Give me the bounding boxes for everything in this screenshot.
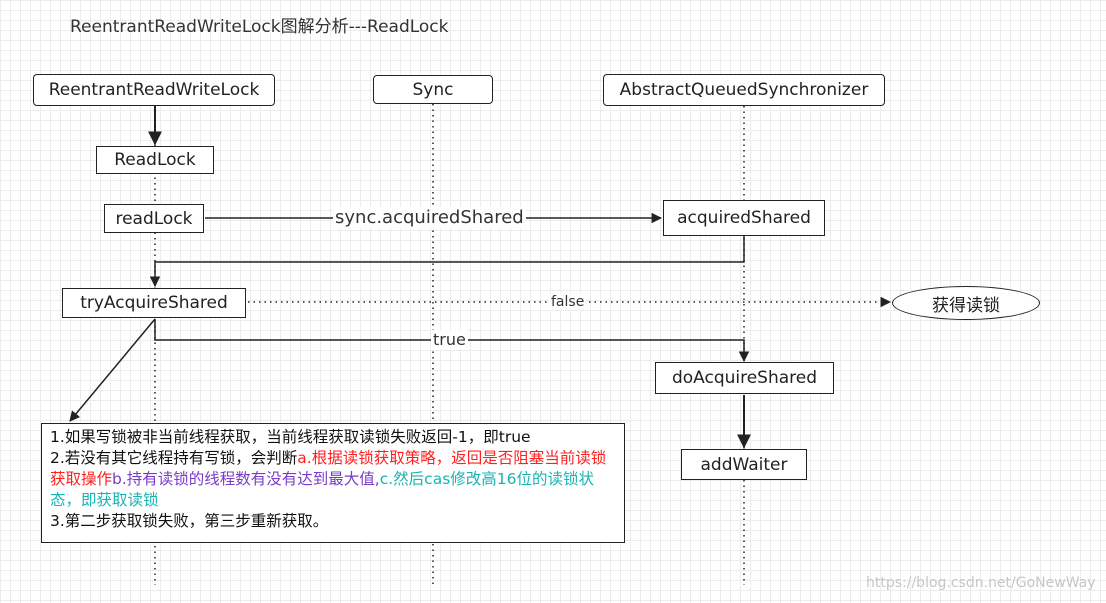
node-addwaiter: addWaiter bbox=[681, 449, 807, 480]
label-sync-acquiredshared: sync.acquiredShared bbox=[333, 207, 526, 228]
lane-sync: Sync bbox=[373, 75, 493, 104]
label-true: true bbox=[431, 330, 468, 349]
watermark: https://blog.csdn.net/GoNewWay bbox=[866, 575, 1096, 591]
note-line-1: 1.如果写锁被非当前线程获取，当前线程获取读锁失败返回-1，即true bbox=[50, 428, 531, 446]
lane-reentrantreadwritelock: ReentrantReadWriteLock bbox=[33, 74, 275, 106]
node-readlock-method: readLock bbox=[104, 204, 204, 233]
note-line-2-b: b.持有读锁的线程数有没有达到最大值, bbox=[112, 470, 380, 488]
note-line-2-prefix: 2.若没有其它线程持有写锁，会判断 bbox=[50, 449, 298, 467]
label-false: false bbox=[549, 294, 587, 310]
node-get-read-lock: 获得读锁 bbox=[892, 286, 1040, 320]
note-line-3: 3.第二步获取锁失败，第三步重新获取。 bbox=[50, 512, 329, 530]
node-doacquireshared: doAcquireShared bbox=[655, 362, 834, 394]
node-acquiredshared: acquiredShared bbox=[663, 200, 825, 236]
node-readlock-class: ReadLock bbox=[96, 146, 214, 174]
note-line-2: 2.若没有其它线程持有写锁，会判断a.根据读锁获取策略，返回是否阻塞当前读锁获取… bbox=[50, 448, 616, 511]
arrow-to-note bbox=[69, 318, 156, 422]
node-tryacquireshared: tryAcquireShared bbox=[62, 288, 246, 318]
arrow-return-tryacquire bbox=[149, 236, 745, 288]
lane-aqs: AbstractQueuedSynchronizer bbox=[603, 74, 885, 106]
explanation-note: 1.如果写锁被非当前线程获取，当前线程获取读锁失败返回-1，即true 2.若没… bbox=[41, 423, 625, 543]
